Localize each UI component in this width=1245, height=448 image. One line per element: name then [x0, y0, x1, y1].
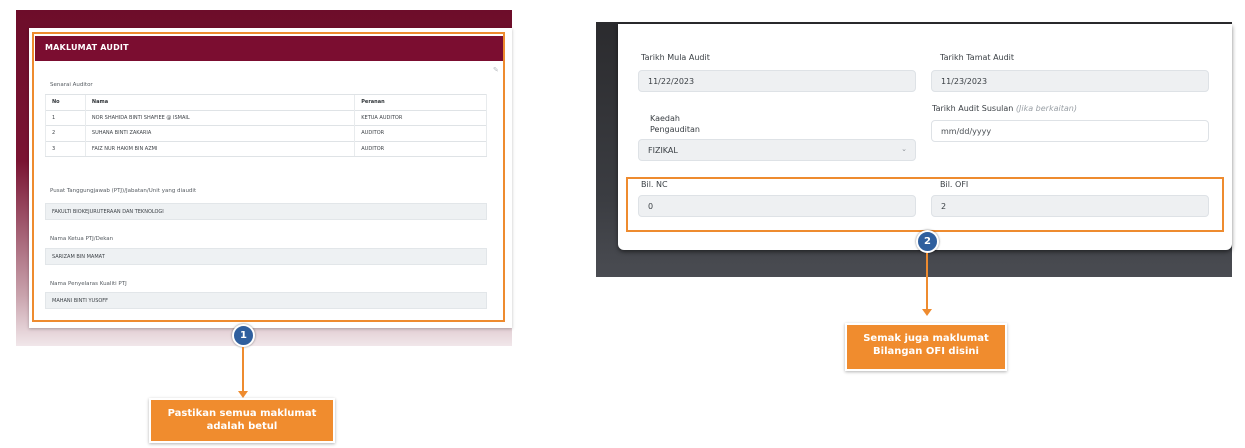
audit-method-label: Kaedah Pengauditan: [650, 113, 700, 135]
step-1-callout-line1: Pastikan semua maklumat: [167, 408, 317, 419]
followup-audit-date-hint: (Jika berkaitan): [1015, 104, 1077, 113]
chevron-down-icon: ⌄: [901, 145, 907, 153]
audit-method-label-line1: Kaedah: [650, 114, 680, 123]
audit-start-date-input[interactable]: 11/22/2023: [638, 70, 916, 92]
audit-start-date-label: Tarikh Mula Audit: [641, 53, 710, 62]
step-2-badge: 2: [916, 230, 939, 253]
audit-start-date-value: 11/22/2023: [648, 77, 695, 86]
step-2-callout-line1: Semak juga maklumat: [863, 333, 989, 344]
step-2-callout: Semak juga maklumat Bilangan OFI disini: [845, 323, 1007, 371]
step-2-arrow: [922, 309, 932, 316]
step-1-badge: 1: [232, 324, 255, 347]
audit-end-date-input[interactable]: 11/23/2023: [931, 70, 1209, 92]
audit-end-date-value: 11/23/2023: [941, 77, 988, 86]
left-highlight-box: [32, 32, 505, 322]
step-1-connector: [242, 347, 244, 391]
followup-audit-date-label: Tarikh Audit Susulan (Jika berkaitan): [932, 104, 1077, 113]
audit-method-label-line2: Pengauditan: [650, 125, 700, 134]
audit-method-value: FIZIKAL: [648, 146, 678, 155]
step-2-callout-line2: Bilangan OFI disini: [873, 346, 979, 357]
step-1-callout: Pastikan semua maklumat adalah betul: [149, 398, 335, 443]
step-1-arrow: [238, 391, 248, 398]
followup-audit-date-placeholder: mm/dd/yyyy: [941, 127, 992, 136]
audit-method-select[interactable]: FIZIKAL ⌄: [638, 139, 916, 161]
right-highlight-box: [626, 177, 1224, 232]
step-1-callout-line2: adalah betul: [206, 421, 278, 432]
followup-audit-date-input[interactable]: mm/dd/yyyy: [931, 120, 1209, 142]
followup-audit-date-label-text: Tarikh Audit Susulan: [932, 104, 1014, 113]
step-2-connector: [926, 253, 928, 309]
audit-end-date-label: Tarikh Tamat Audit: [940, 53, 1015, 62]
